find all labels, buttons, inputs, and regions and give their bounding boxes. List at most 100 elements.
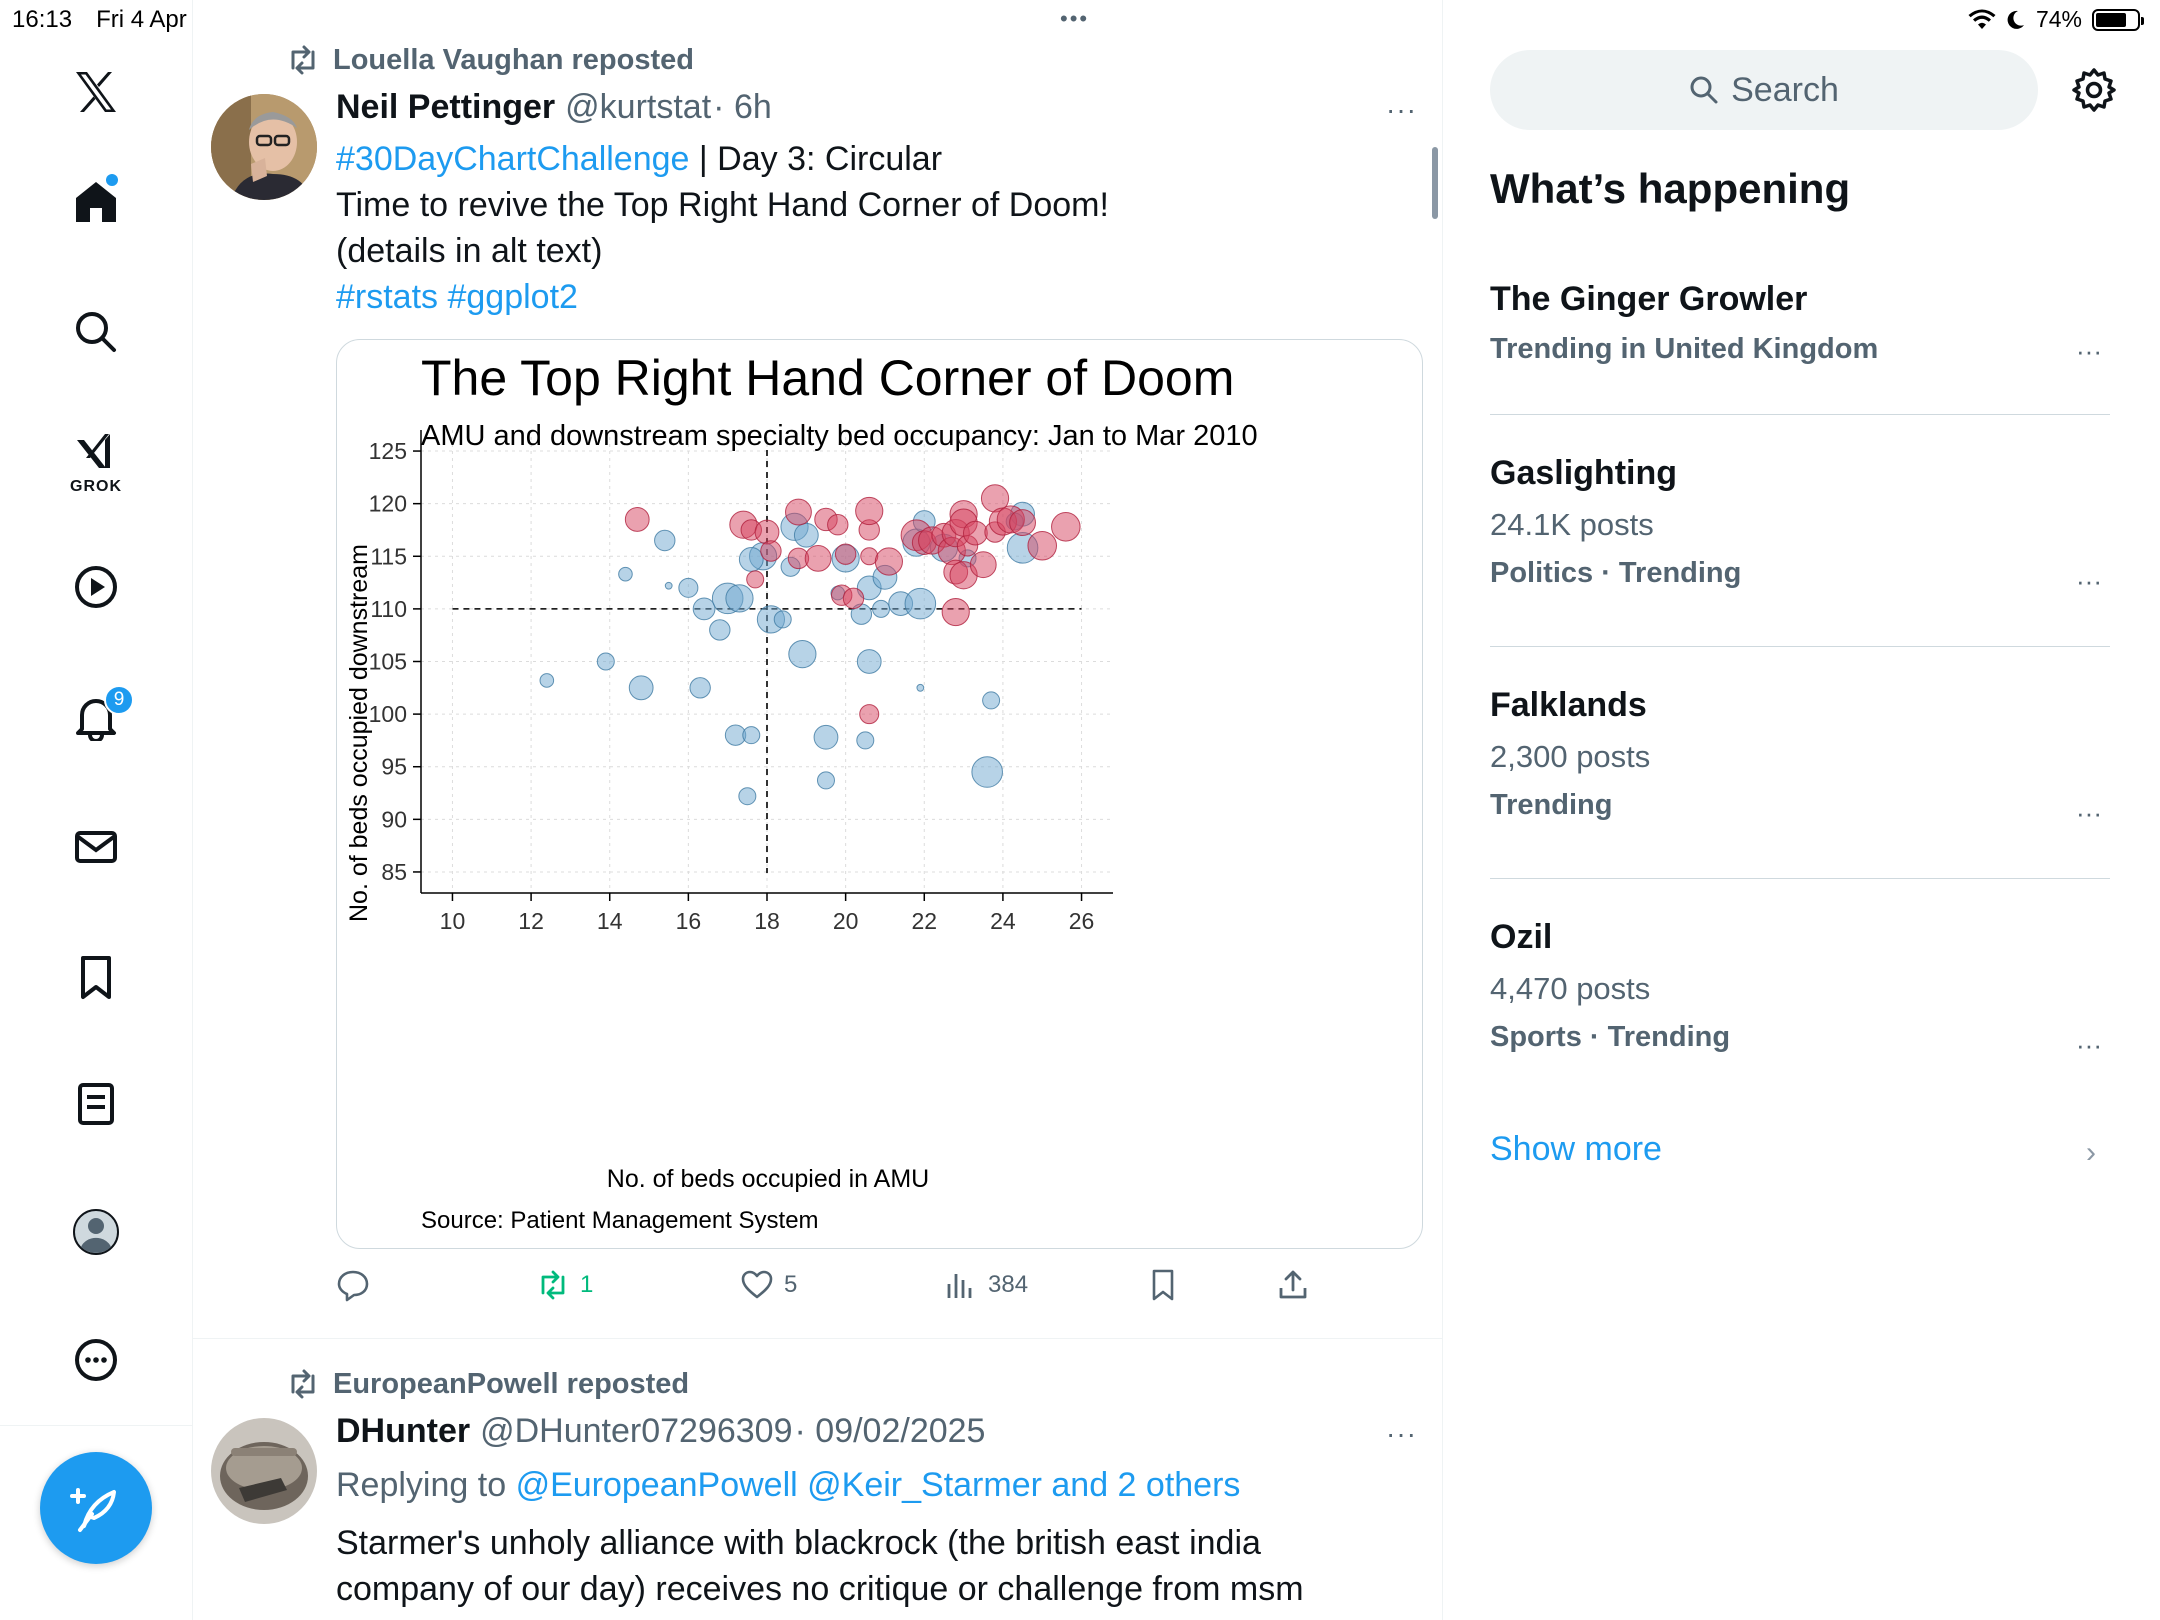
post-media-chart[interactable]: 10 12 14 16 18 20 22 24 26 85 90 95 100 105 110 115 120 1… — [336, 339, 1423, 1249]
trend-divider — [1490, 414, 2110, 415]
post-text-line-3: (details in alt text) — [336, 232, 603, 270]
status-bar-right: 74% — [1968, 6, 2144, 33]
author2-name[interactable]: DHunter — [336, 1412, 470, 1451]
chart-point — [709, 619, 731, 641]
repost-button[interactable]: 1 — [536, 1268, 593, 1302]
chart-x-axis-label: No. of beds occupied in AMU — [607, 1165, 929, 1193]
repost-context[interactable]: Louella Vaughan reposted — [285, 42, 694, 78]
lists-icon[interactable] — [64, 1072, 128, 1136]
profile-avatar-icon[interactable] — [64, 1200, 128, 1264]
battery-percent: 74% — [2035, 6, 2082, 32]
trend-item[interactable]: The Ginger Growler Trending in United Ki… — [1490, 280, 2110, 366]
author2-photo — [211, 1418, 317, 1524]
chart-y-tick-label: 115 — [370, 543, 407, 569]
trend-meta: Trending — [1490, 789, 1613, 821]
more-circle-icon[interactable] — [64, 1328, 128, 1392]
x-logo-icon[interactable] — [64, 60, 128, 124]
author2-handle[interactable]: @DHunter07296309 — [480, 1412, 792, 1451]
reply-button[interactable] — [336, 1268, 380, 1302]
notifications-badge: 9 — [104, 685, 134, 715]
replying-to-targets[interactable]: @EuropeanPowell @Keir_Starmer and 2 othe… — [516, 1466, 1241, 1504]
author-photo — [211, 94, 317, 200]
search-icon[interactable] — [64, 300, 128, 364]
trend-more-options[interactable]: ··· — [2076, 798, 2102, 829]
chart-point — [596, 652, 615, 671]
chart-point-doom — [962, 520, 988, 546]
hashtag-30daychartchallenge[interactable]: #30DayChartChallenge — [336, 140, 689, 178]
post2-text-line-2: company of our day) receives no critique… — [336, 1570, 1304, 1608]
trend-item[interactable]: Ozil 4,470 posts Sports · Trending ··· — [1490, 918, 2110, 1060]
chart-point — [916, 683, 925, 692]
chart-point-doom — [1051, 512, 1081, 542]
replying-to-line: Replying to @EuropeanPowell @Keir_Starme… — [336, 1462, 1240, 1508]
bookmarks-icon[interactable] — [64, 945, 128, 1009]
chart-point-doom — [827, 514, 849, 536]
trend-meta: Sports · Trending — [1490, 1021, 1731, 1053]
chart-point-doom — [859, 704, 880, 725]
trend-divider — [1490, 878, 2110, 879]
chart-point-doom — [855, 496, 884, 526]
chart-point — [654, 529, 676, 552]
chart-y-tick-label: 125 — [369, 438, 407, 464]
repost-count: 1 — [580, 1271, 594, 1298]
chart-point — [773, 610, 792, 629]
chart-point — [793, 522, 819, 548]
post-more-options[interactable]: ··· — [1386, 94, 1417, 126]
like-button[interactable]: 5 — [740, 1268, 797, 1302]
chart-point — [971, 756, 1003, 788]
post-timestamp[interactable]: · 6h — [713, 88, 772, 127]
settings-gear-icon[interactable] — [2070, 66, 2118, 114]
compose-post-button[interactable] — [40, 1452, 152, 1564]
repost-context-2[interactable]: EuropeanPowell reposted — [285, 1366, 689, 1402]
trend-more-options[interactable]: ··· — [2076, 336, 2102, 367]
post2-author-avatar[interactable] — [211, 1418, 317, 1524]
chart-point — [689, 677, 711, 699]
chart-point — [738, 787, 757, 806]
chart-point — [618, 566, 633, 582]
repost-by-text-2: EuropeanPowell reposted — [333, 1367, 690, 1400]
home-icon[interactable] — [64, 170, 128, 234]
share-button[interactable] — [1276, 1268, 1310, 1302]
post2-more-options[interactable]: ··· — [1386, 1418, 1417, 1450]
chart-x-tick-label: 20 — [833, 908, 859, 934]
author-name[interactable]: Neil Pettinger — [336, 88, 555, 127]
search-field[interactable]: Search — [1490, 50, 2038, 130]
compose-feather-icon — [70, 1488, 116, 1532]
grok-icon[interactable] — [64, 420, 128, 484]
post-author-avatar[interactable] — [211, 94, 317, 200]
trend-more-options[interactable]: ··· — [2076, 1030, 2102, 1061]
author-handle[interactable]: @kurtstat — [565, 88, 711, 127]
chart-point — [664, 581, 673, 590]
chart-y-tick-label: 120 — [369, 491, 407, 517]
repost-icon — [291, 1369, 315, 1399]
chart-x-tick-label: 24 — [990, 908, 1016, 934]
views-button[interactable]: 384 — [944, 1268, 1028, 1302]
post2-timestamp[interactable]: · 09/02/2025 — [795, 1412, 986, 1451]
trend-item[interactable]: Falklands 2,300 posts Trending ··· — [1490, 686, 2110, 828]
chart-point-doom — [842, 587, 865, 610]
trend-more-options[interactable]: ··· — [2076, 566, 2102, 597]
messages-envelope-icon[interactable] — [64, 815, 128, 879]
bookmark-button[interactable] — [1146, 1268, 1180, 1302]
search-placeholder: Search — [1731, 70, 1839, 109]
chart-y-tick-label: 90 — [381, 806, 407, 832]
chart-point — [742, 726, 761, 745]
chart-point — [813, 724, 839, 750]
chart-y-tick-label: 95 — [381, 754, 407, 780]
chart-point — [692, 597, 716, 621]
reply-bubble-icon — [337, 1270, 369, 1302]
trend-item[interactable]: Gaslighting 24.1K posts Politics · Trend… — [1490, 454, 2110, 596]
chart-point — [725, 584, 754, 613]
timeline-scrollbar[interactable] — [1432, 147, 1438, 219]
chart-x-tick-label: 10 — [440, 908, 466, 934]
post2-author-row: DHunter @DHunter07296309 · 09/02/2025 — [336, 1412, 985, 1451]
post-hashtags[interactable]: #rstats #ggplot2 — [336, 274, 578, 320]
share-upload-icon — [1279, 1270, 1307, 1299]
post-divider — [193, 1338, 1443, 1339]
chevron-right-icon[interactable]: › — [2086, 1136, 2096, 1170]
chart-point — [738, 547, 764, 572]
post-author-row: Neil Pettinger @kurtstat · 6h — [336, 88, 772, 127]
chart-y-tick-label: 100 — [369, 701, 407, 727]
show-more-link[interactable]: Show more — [1490, 1130, 1662, 1169]
video-icon[interactable] — [64, 555, 128, 619]
